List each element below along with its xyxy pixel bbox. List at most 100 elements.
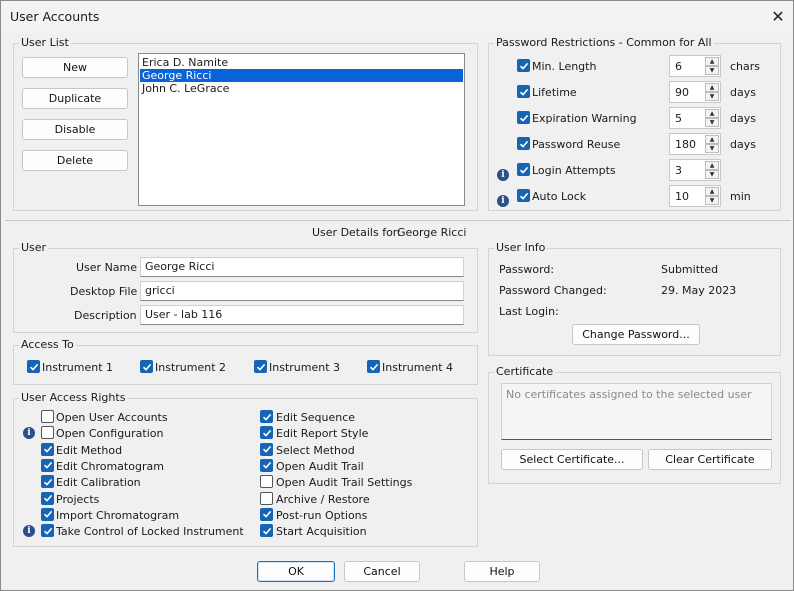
right-item-label: Projects [56, 492, 100, 506]
checkbox[interactable] [41, 442, 54, 456]
pw-row-spinner[interactable]: 90 ▲ ▼ [669, 81, 721, 103]
spinner-down-icon[interactable]: ▼ [705, 170, 719, 179]
password-label: Password: [499, 263, 555, 276]
select-certificate-button[interactable]: Select Certificate... [501, 449, 643, 470]
pw-row-unit: chars [730, 60, 761, 73]
last-login-label: Last Login: [499, 305, 559, 318]
pw-row-spinner[interactable]: 10 ▲ ▼ [669, 185, 721, 207]
checkbox[interactable] [260, 426, 273, 440]
description-label: Description [74, 309, 137, 322]
no-certificates-text: No certificates assigned to the selected… [506, 388, 752, 401]
spinner-up-icon[interactable]: ▲ [705, 57, 719, 66]
description-field[interactable]: User - lab 116 [140, 305, 464, 325]
right-item-label: Open Audit Trail Settings [276, 476, 413, 490]
right-item-label: Edit Report Style [276, 427, 369, 441]
certificate-list[interactable]: No certificates assigned to the selected… [501, 383, 772, 440]
pw-row-label: Password Reuse [532, 138, 621, 151]
checkbox[interactable] [367, 360, 380, 373]
checkbox[interactable] [517, 137, 530, 150]
checkbox[interactable] [260, 507, 273, 521]
checkbox[interactable] [41, 475, 54, 489]
help-button[interactable]: Help [464, 561, 540, 582]
divider [5, 220, 791, 221]
new-button[interactable]: New [22, 57, 128, 78]
info-icon[interactable]: i [23, 525, 35, 538]
user-name-label: User Name [76, 261, 138, 274]
spinner-value: 90 [675, 86, 689, 99]
pw-row-spinner[interactable]: 3 ▲ ▼ [669, 159, 721, 181]
right-item-label: Start Acquisition [276, 525, 367, 539]
spinner-down-icon[interactable]: ▼ [705, 118, 719, 127]
change-password-button[interactable]: Change Password... [572, 324, 700, 345]
delete-button[interactable]: Delete [22, 150, 128, 171]
checkbox[interactable] [260, 475, 273, 489]
checkbox[interactable] [517, 111, 530, 124]
checkbox[interactable] [41, 491, 54, 505]
checkbox[interactable] [517, 189, 530, 202]
user-list-item[interactable]: Erica D. Namite [140, 56, 463, 69]
checkbox[interactable] [260, 410, 273, 423]
user-details-label: User Details for: [312, 226, 401, 239]
checkbox[interactable] [41, 507, 54, 521]
user-name-field[interactable]: George Ricci [140, 257, 464, 277]
clear-certificate-button[interactable]: Clear Certificate [648, 449, 772, 470]
user-list-item-selected[interactable]: George Ricci [140, 69, 463, 82]
spinner-down-icon[interactable]: ▼ [705, 92, 719, 101]
spinner-up-icon[interactable]: ▲ [705, 135, 719, 144]
access-to-label: Access To [19, 338, 76, 351]
spinner-down-icon[interactable]: ▼ [705, 66, 719, 75]
cancel-button[interactable]: Cancel [344, 561, 420, 582]
user-details-name: George Ricci [397, 226, 467, 239]
checkbox[interactable] [260, 524, 273, 538]
checkbox[interactable] [517, 59, 530, 72]
desktop-file-label: Desktop File [70, 285, 138, 298]
checkbox[interactable] [517, 163, 530, 176]
info-icon[interactable]: i [497, 195, 509, 207]
pw-row-spinner[interactable]: 180 ▲ ▼ [669, 133, 721, 155]
desktop-file-field[interactable]: gricci [140, 281, 464, 301]
user-list-item[interactable]: John C. LeGrace [140, 82, 463, 95]
spinner-up-icon[interactable]: ▲ [705, 161, 719, 170]
user-listbox[interactable]: Erica D. Namite George Ricci John C. LeG… [138, 53, 465, 206]
pw-row-spinner[interactable]: 6 ▲ ▼ [669, 55, 721, 77]
checkbox[interactable] [260, 442, 273, 456]
pw-row-label: Auto Lock [532, 190, 587, 203]
spinner-down-icon[interactable]: ▼ [705, 196, 719, 205]
spinner-down-icon[interactable]: ▼ [705, 144, 719, 153]
user-group-label: User [19, 241, 49, 254]
user-info-label: User Info [494, 241, 548, 254]
checkbox[interactable] [41, 524, 54, 538]
spinner-up-icon[interactable]: ▲ [705, 83, 719, 92]
password-restrictions-label: Password Restrictions - Common for All [494, 36, 714, 49]
checkbox[interactable] [260, 458, 273, 472]
spinner-up-icon[interactable]: ▲ [705, 187, 719, 196]
checkbox[interactable] [140, 360, 153, 373]
user-list-label: User List [19, 36, 71, 49]
ok-button[interactable]: OK [257, 561, 335, 582]
checkbox[interactable] [27, 360, 40, 373]
spinner-up-icon[interactable]: ▲ [705, 109, 719, 118]
checkbox[interactable] [41, 410, 54, 423]
info-icon[interactable]: i [497, 169, 509, 181]
right-item-label: Open Audit Trail [276, 459, 364, 473]
checkbox[interactable] [517, 85, 530, 98]
right-item-label: Edit Method [56, 443, 123, 457]
pw-row-label: Login Attempts [532, 164, 616, 177]
checkbox[interactable] [41, 458, 54, 472]
password-changed-label: Password Changed: [499, 284, 607, 297]
checkbox[interactable] [260, 491, 273, 505]
right-item-label: Post-run Options [276, 508, 368, 522]
user-accounts-dialog: User Accounts ✕ User List New Duplicate … [0, 0, 794, 591]
duplicate-button[interactable]: Duplicate [22, 88, 128, 109]
checkbox[interactable] [41, 426, 54, 440]
right-item-label: Open User Accounts [56, 411, 168, 424]
right-item-label: Edit Sequence [276, 411, 356, 424]
access-item-label: Instrument 4 [382, 361, 454, 374]
right-item-label: Edit Chromatogram [56, 459, 164, 473]
pw-row-spinner[interactable]: 5 ▲ ▼ [669, 107, 721, 129]
pw-row-label: Expiration Warning [532, 112, 637, 125]
right-item-label: Take Control of Locked Instrument [56, 525, 244, 539]
checkbox[interactable] [254, 360, 267, 373]
close-icon[interactable]: ✕ [763, 1, 793, 31]
disable-button[interactable]: Disable [22, 119, 128, 140]
